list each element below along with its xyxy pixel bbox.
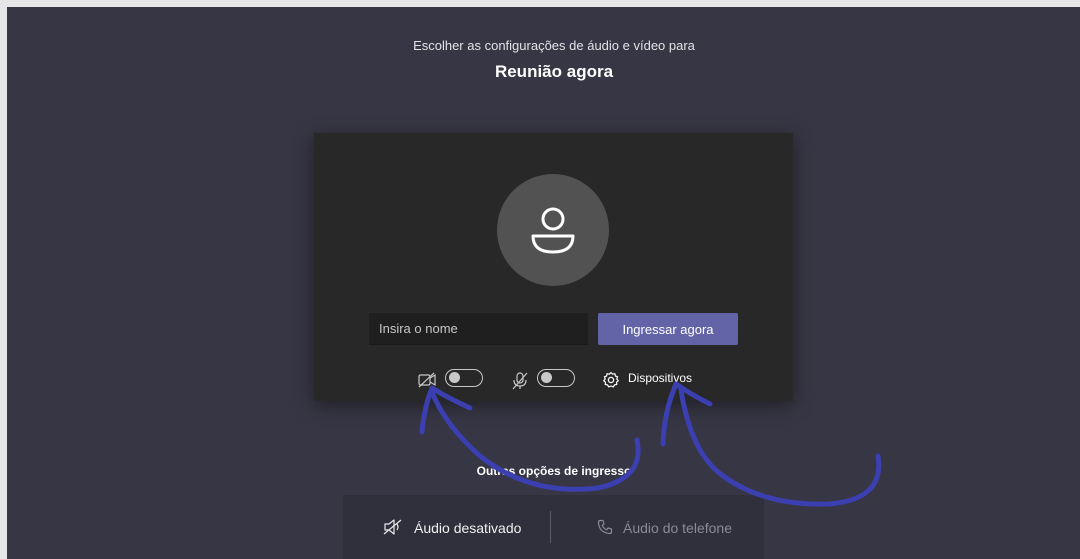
meeting-prejoin-screen: Escolher as configurações de áudio e víd… xyxy=(7,7,1080,559)
mic-toggle-knob xyxy=(541,372,552,383)
meeting-title: Reunião agora xyxy=(494,62,614,81)
camera-off-icon xyxy=(418,372,436,388)
speaker-off-icon xyxy=(383,519,402,535)
join-now-button[interactable]: Ingressar agora xyxy=(598,313,738,345)
camera-toggle-knob xyxy=(449,372,460,383)
avatar xyxy=(497,174,609,286)
person-icon xyxy=(531,207,575,254)
devices-label: Dispositivos xyxy=(628,371,693,385)
camera-toggle[interactable] xyxy=(445,369,483,387)
phone-audio-option[interactable]: Áudio do telefone xyxy=(557,495,757,559)
other-join-options-label: Outras opções de ingresso xyxy=(476,464,632,478)
audio-off-label: Áudio desativado xyxy=(414,520,522,536)
prejoin-subtitle: Escolher as configurações de áudio e víd… xyxy=(413,38,695,53)
name-input[interactable] xyxy=(369,313,588,345)
gear-icon xyxy=(603,371,619,388)
audio-off-option[interactable]: Áudio desativado xyxy=(343,495,543,559)
device-controls: Dispositivos xyxy=(314,365,793,395)
mic-toggle[interactable] xyxy=(537,369,575,387)
phone-icon xyxy=(597,519,613,535)
mic-off-icon xyxy=(512,372,528,390)
audio-options-bar: Áudio desativado Áudio do telefone xyxy=(343,495,764,559)
phone-audio-label: Áudio do telefone xyxy=(623,520,732,536)
join-panel: Ingressar agora xyxy=(314,133,793,401)
audio-options-divider xyxy=(550,511,551,543)
